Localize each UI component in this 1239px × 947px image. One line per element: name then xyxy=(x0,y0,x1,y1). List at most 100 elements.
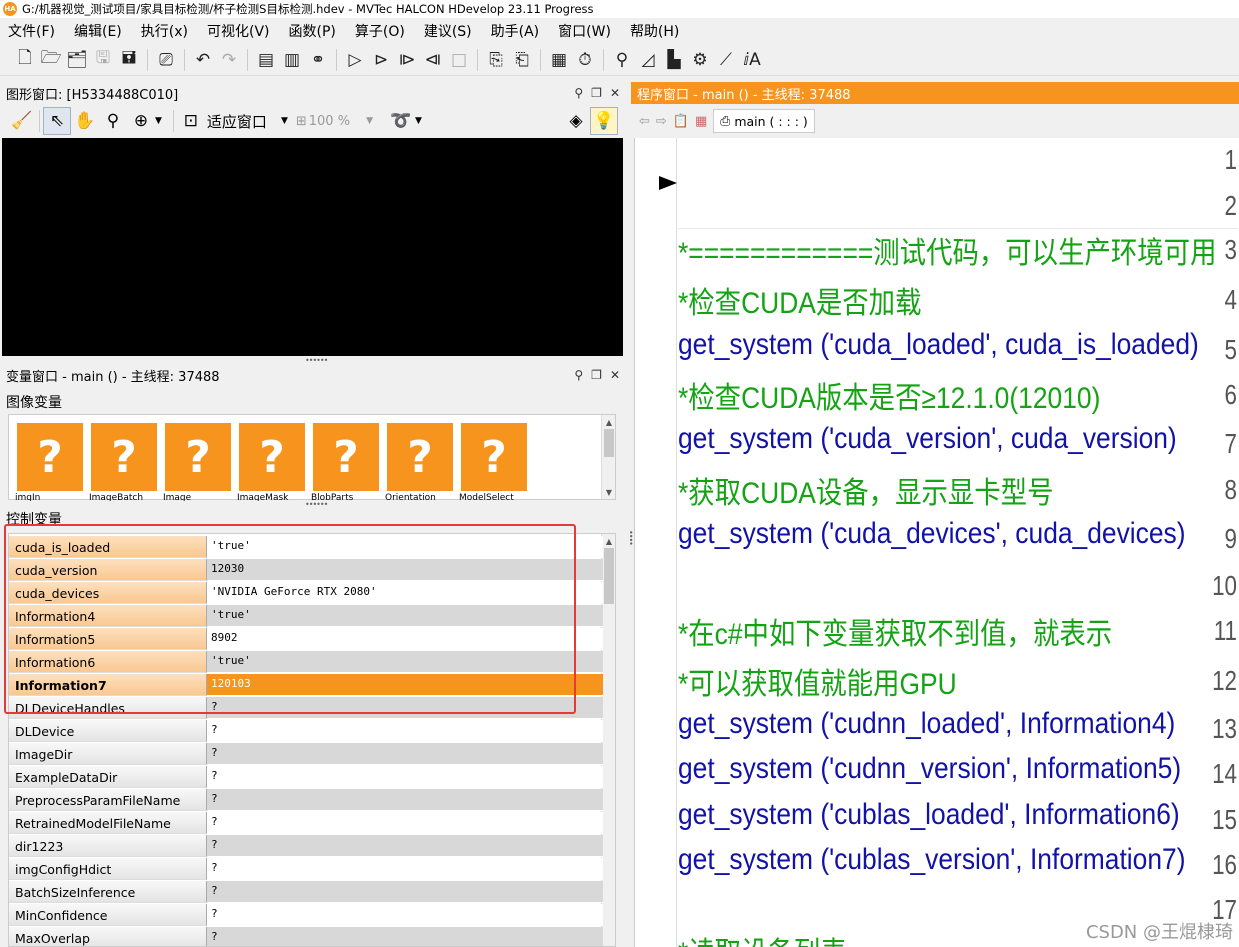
scroll-up-icon[interactable]: ▲ xyxy=(602,415,616,429)
magnifier-icon[interactable]: ⚲ xyxy=(99,107,127,135)
menu-item[interactable]: 文件(F) xyxy=(8,21,55,41)
splitter-handle[interactable]: •••••• xyxy=(305,500,328,509)
feature-inspection-icon[interactable]: ⚙ xyxy=(687,47,713,73)
menu-item[interactable]: 算子(O) xyxy=(355,21,405,41)
save-icon[interactable]: 🖫 xyxy=(90,47,116,73)
code-comment[interactable]: *检查CUDA是否加载 xyxy=(678,278,921,322)
menu-item[interactable]: 助手(A) xyxy=(491,21,540,41)
table-row[interactable]: imgConfigHdict? xyxy=(9,858,603,881)
menu-item[interactable]: 可视化(V) xyxy=(207,21,270,41)
table-row[interactable]: ImageDir? xyxy=(9,743,603,766)
pan-hand-icon[interactable]: ✋ xyxy=(71,107,99,135)
camera-icon[interactable]: ⎚ xyxy=(153,47,179,73)
table-row[interactable]: PreprocessParamFileName? xyxy=(9,789,603,812)
find-icon[interactable]: ⚭ xyxy=(305,47,331,73)
menu-item[interactable]: 建议(S) xyxy=(424,21,472,41)
code-line[interactable]: get_system ('cublas_version', Informatio… xyxy=(678,843,1186,877)
chevron-down-icon[interactable]: ▼ xyxy=(281,116,288,126)
iconic-variable-thumbnail[interactable]: ? xyxy=(239,423,305,491)
stop-icon[interactable]: □ xyxy=(446,47,472,73)
feature-histogram-icon[interactable]: ▙ xyxy=(661,47,687,73)
new-file-icon[interactable]: 🗋 xyxy=(12,47,38,73)
table-row[interactable]: BatchSizeInference? xyxy=(9,881,603,904)
code-line[interactable]: get_system ('cudnn_loaded', Information4… xyxy=(678,707,1175,741)
code-line[interactable]: get_system ('cuda_loaded', cuda_is_loade… xyxy=(678,328,1199,362)
zoom-level[interactable]: 100 % xyxy=(309,114,350,129)
draw-shape-icon[interactable]: ➰ xyxy=(387,107,415,135)
profiler-icon[interactable]: ⏱ xyxy=(572,47,598,73)
iconic-variable-thumbnail[interactable]: ? xyxy=(91,423,157,491)
step-over-icon[interactable]: ⊳ xyxy=(368,47,394,73)
menu-item[interactable]: 窗口(W) xyxy=(558,21,611,41)
pointer-icon[interactable]: ⇖ xyxy=(43,107,71,135)
iconic-variable-thumbnail[interactable]: ? xyxy=(461,423,527,491)
float-icon[interactable]: ❐ xyxy=(591,86,602,100)
iconic-variable-thumbnail[interactable]: ? xyxy=(387,423,453,491)
redo-icon[interactable]: ↷ xyxy=(216,47,242,73)
float-icon[interactable]: ❐ xyxy=(591,368,602,382)
table-row[interactable]: MinConfidence? xyxy=(9,904,603,927)
lightbulb-icon[interactable]: 💡 xyxy=(590,107,618,135)
reset-all-icon[interactable]: ⎗ xyxy=(509,47,535,73)
menu-item[interactable]: 帮助(H) xyxy=(630,21,679,41)
code-line[interactable]: get_system ('cudnn_version', Information… xyxy=(678,752,1181,786)
code-line[interactable]: get_system ('cuda_devices', cuda_devices… xyxy=(678,517,1186,551)
clipboard-icon[interactable]: 📋 xyxy=(673,114,689,129)
run-icon[interactable]: ▷ xyxy=(342,47,368,73)
table-row[interactable]: MaxOverlap? xyxy=(9,927,603,946)
save-all-icon[interactable]: 🖬 xyxy=(116,47,142,73)
menu-item[interactable]: 编辑(E) xyxy=(74,21,122,41)
fit-window-label[interactable]: 适应窗口 xyxy=(207,111,267,132)
table-row[interactable]: ExampleDataDir? xyxy=(9,766,603,789)
reset-program-icon[interactable]: ⎘ xyxy=(483,47,509,73)
step-into-icon[interactable]: ⧐ xyxy=(394,47,420,73)
table-row[interactable]: RetrainedModelFileName? xyxy=(9,812,603,835)
close-icon[interactable]: ✕ xyxy=(610,86,620,100)
activate-line-icon[interactable]: ▤ xyxy=(253,47,279,73)
iconic-variable-thumbnail[interactable]: ? xyxy=(17,423,83,491)
table-row[interactable]: DLDevice? xyxy=(9,720,603,743)
splitter-handle[interactable]: •••••• xyxy=(305,356,328,365)
step-out-icon[interactable]: ⧏ xyxy=(420,47,446,73)
forward-icon[interactable]: ⇨ xyxy=(656,114,667,129)
code-comment[interactable]: *读取设备列表 xyxy=(678,928,847,947)
chevron-down-icon[interactable]: ▼ xyxy=(366,116,373,126)
grid-icon[interactable]: ▦ xyxy=(695,114,707,129)
menu-item[interactable]: 函数(P) xyxy=(289,21,336,41)
iconic-variable-thumbnail[interactable]: ? xyxy=(313,423,379,491)
layers-icon[interactable]: ◈ xyxy=(562,107,590,135)
control-scrollbar[interactable]: ▲ xyxy=(601,534,615,946)
code-line[interactable]: get_system ('cublas_loaded', Information… xyxy=(678,798,1180,832)
fit-window-icon[interactable]: ⊡ xyxy=(177,107,205,135)
deactivate-line-icon[interactable]: ▥ xyxy=(279,47,305,73)
pin-icon[interactable]: ⚲ xyxy=(574,368,583,382)
code-comment[interactable]: *可以获取值就能用GPU xyxy=(678,659,957,703)
scroll-up-icon[interactable]: ▲ xyxy=(602,534,615,548)
pin-icon[interactable]: ⚲ xyxy=(574,86,583,100)
iconic-variable-thumbnail[interactable]: ? xyxy=(165,423,231,491)
code-comment[interactable]: *获取CUDA设备，显示显卡型号 xyxy=(678,468,1053,512)
open-example-icon[interactable]: 🗂 xyxy=(64,47,90,73)
scroll-down-icon[interactable]: ▼ xyxy=(602,485,616,499)
close-icon[interactable]: ✕ xyxy=(610,368,620,382)
chevron-down-icon[interactable]: ▼ xyxy=(415,116,422,126)
code-line[interactable]: get_system ('cuda_version', cuda_version… xyxy=(678,422,1177,456)
ocr-icon[interactable]: ⅈA xyxy=(739,47,765,73)
undo-icon[interactable]: ↶ xyxy=(190,47,216,73)
line-profile-icon[interactable]: ⟋ xyxy=(713,47,739,73)
zoom-in-icon[interactable]: ⊕ xyxy=(127,107,155,135)
vertical-splitter[interactable] xyxy=(625,82,630,947)
assistant-icon[interactable]: ▦ xyxy=(546,47,572,73)
gray-histogram-icon[interactable]: ◿ xyxy=(635,47,661,73)
code-comment[interactable]: *============测试代码，可以生产环境可用 xyxy=(678,228,1216,272)
table-row[interactable]: dir1223? xyxy=(9,835,603,858)
tab-main[interactable]: ⎙ main ( : : : ) xyxy=(713,109,815,133)
clear-window-icon[interactable]: 🧹 xyxy=(8,107,36,135)
scroll-thumb[interactable] xyxy=(604,548,614,604)
zoom-icon[interactable]: ⚲ xyxy=(609,47,635,73)
scroll-thumb[interactable] xyxy=(604,429,614,457)
code-comment[interactable]: *检查CUDA版本是否≥12.1.0(12010) xyxy=(678,373,1100,417)
graphics-canvas[interactable] xyxy=(2,138,623,356)
chevron-down-icon[interactable]: ▼ xyxy=(155,116,162,126)
code-comment[interactable]: *在c#中如下变量获取不到值，就表示 xyxy=(678,609,1112,653)
